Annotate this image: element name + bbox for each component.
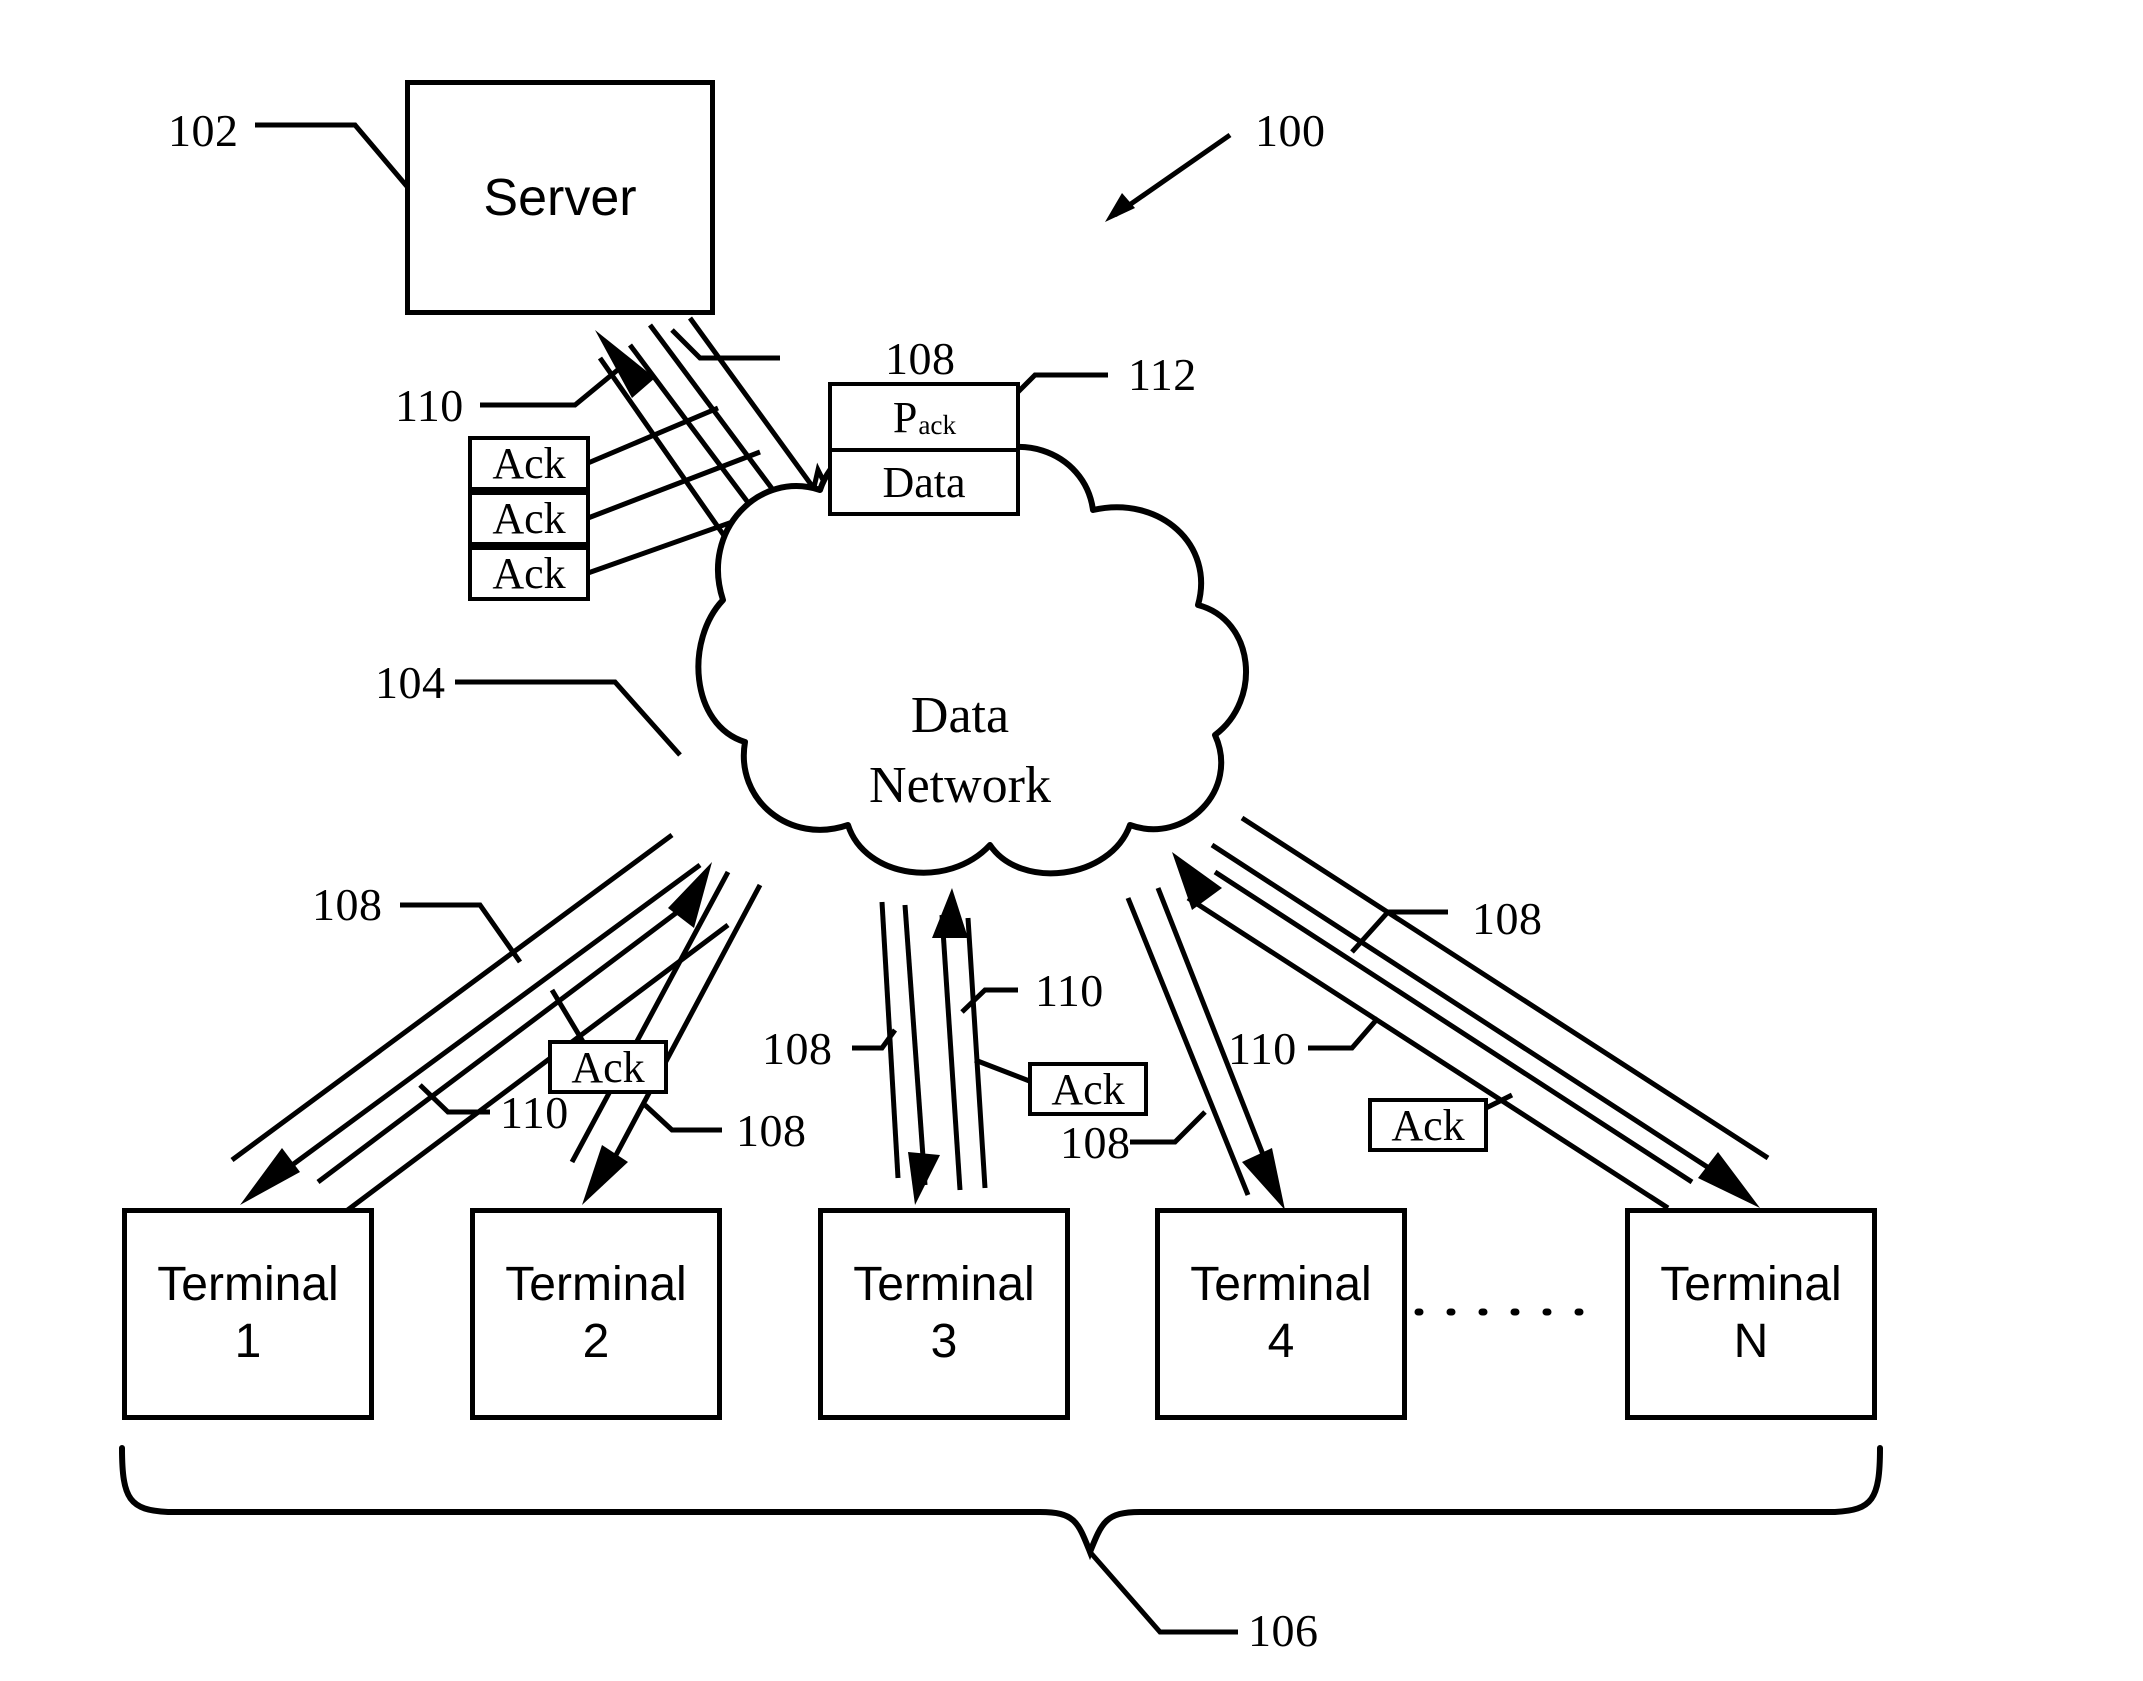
leader-108-left [400, 902, 523, 964]
reference-numeral-104: 104 [375, 657, 446, 708]
leader-110-left [418, 1083, 490, 1115]
reference-numeral-108-left: 108 [312, 879, 383, 930]
leader-108-mid2 [1130, 1110, 1207, 1145]
leader-ack-left [549, 988, 588, 1047]
terminal-n-label-line2: N [1733, 1315, 1769, 1368]
terminal-4-label-line1: Terminal [1190, 1258, 1372, 1312]
leader-110-top [480, 366, 622, 408]
leader-102 [255, 122, 412, 192]
leader-108-top [670, 328, 780, 361]
leader-110-right [1308, 1016, 1380, 1051]
packet-header-cell: Pack [832, 386, 1016, 452]
reference-numeral-106: 106 [1248, 1605, 1319, 1656]
reference-numeral-112: 112 [1128, 349, 1197, 400]
server-node[interactable]: Server [405, 80, 715, 315]
figure-canvas: Server Pack Data Ack Ack Ack Data Networ… [0, 0, 2143, 1681]
terminal-node-n[interactable]: Terminal N [1625, 1208, 1877, 1420]
packet-payload-cell: Data [882, 457, 966, 507]
reference-numeral-108-left2: 108 [736, 1105, 807, 1156]
terminal-3-label-line2: 3 [930, 1315, 958, 1368]
terminal-2-label-line1: Terminal [505, 1258, 687, 1312]
ack-box-terminal-mid[interactable]: Ack [1028, 1062, 1148, 1116]
leader-104 [455, 679, 682, 757]
packet-header-base: P [892, 392, 918, 442]
cloud-label-line1: Data [910, 687, 1010, 744]
terminal-group-brace [119, 1445, 1883, 1635]
reference-numeral-102: 102 [168, 105, 239, 156]
figure-number-arrow [1105, 132, 1232, 222]
server-label: Server [483, 168, 637, 227]
ack-box-server-2[interactable]: Ack [468, 491, 590, 546]
reference-numeral-110-left: 110 [500, 1087, 569, 1138]
terminal-3-label-line1: Terminal [853, 1258, 1035, 1312]
reference-numeral-110-mid: 110 [1035, 965, 1104, 1016]
reference-numeral-108-mid2: 108 [1060, 1117, 1131, 1168]
packet-header-subscript: ack [918, 409, 957, 440]
leader-ack-mid [974, 1057, 1033, 1085]
ack-box-server-1[interactable]: Ack [468, 436, 590, 491]
reference-numeral-110-top: 110 [395, 380, 464, 431]
reference-numeral-108-mid: 108 [762, 1023, 833, 1074]
terminal-n-label-line1: Terminal [1660, 1258, 1842, 1312]
terminal-node-4[interactable]: Terminal 4 [1155, 1208, 1407, 1420]
ack-box-terminal-right[interactable]: Ack [1368, 1098, 1488, 1152]
reference-numeral-100: 100 [1255, 105, 1326, 156]
reference-numeral-108-right: 108 [1472, 893, 1543, 944]
terminal-2-label-line2: 2 [582, 1315, 610, 1368]
leader-108-left2 [643, 1103, 722, 1133]
terminal-node-1[interactable]: Terminal 1 [122, 1208, 374, 1420]
terminal-4-label-line2: 4 [1267, 1315, 1295, 1368]
ack-box-terminal-left[interactable]: Ack [548, 1040, 668, 1094]
terminal-1-label-line1: Terminal [157, 1258, 339, 1312]
terminal-1-label-line2: 1 [234, 1315, 262, 1368]
terminal-node-2[interactable]: Terminal 2 [470, 1208, 722, 1420]
diagram-vector-layer [119, 122, 1883, 1635]
cloud-label-line2: Network [869, 757, 1051, 814]
flow-network-terminal-1 [230, 832, 730, 1215]
terminal-node-3[interactable]: Terminal 3 [818, 1208, 1070, 1420]
ack-box-server-3[interactable]: Ack [468, 546, 590, 601]
reference-numeral-108-top: 108 [885, 333, 956, 384]
packet-box[interactable]: Pack Data [828, 382, 1020, 516]
reference-numeral-110-right: 110 [1228, 1023, 1297, 1074]
flow-network-terminal-3 [879, 888, 988, 1205]
